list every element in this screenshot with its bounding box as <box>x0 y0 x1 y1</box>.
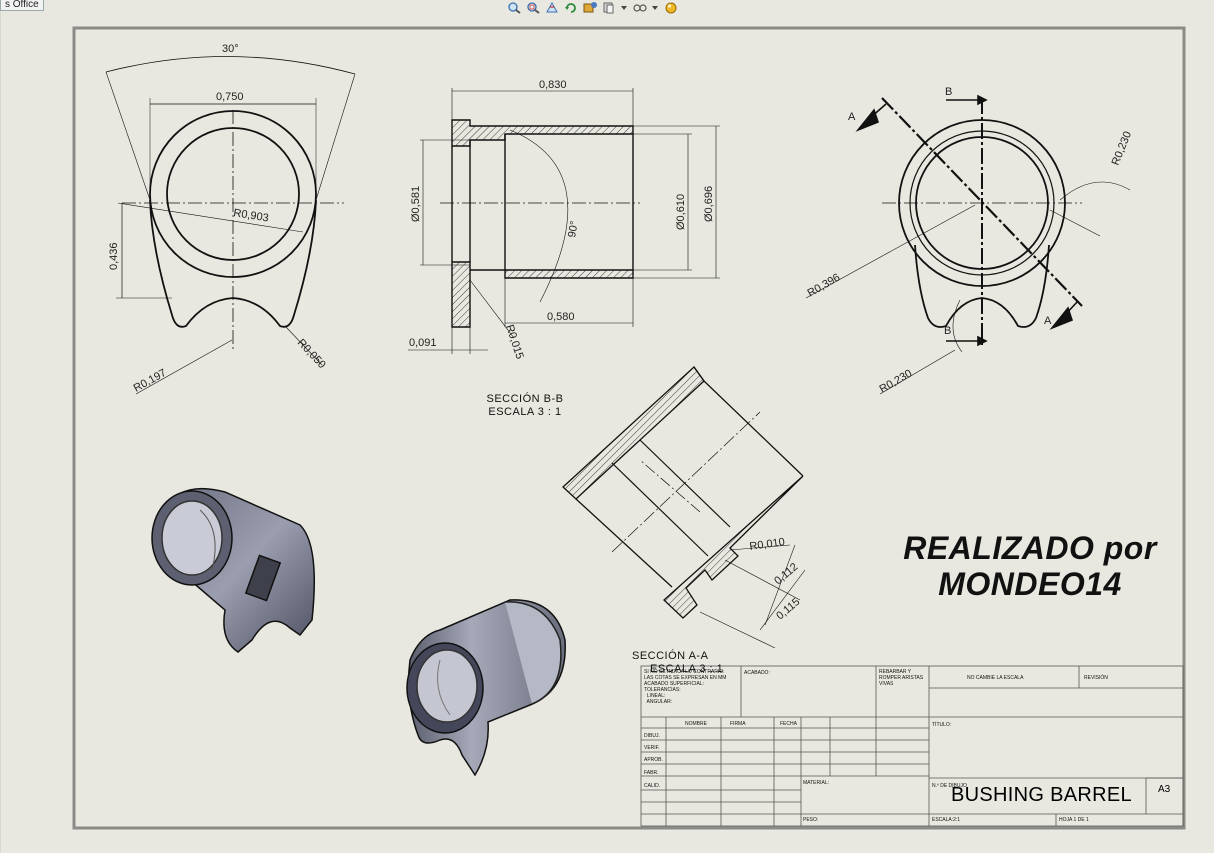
section-bb-scale: ESCALA 3 : 1 <box>488 406 562 418</box>
tb-finish: ACABADO: <box>744 670 770 676</box>
tb-col-sign: FIRMA <box>730 721 746 727</box>
hide-show-icon[interactable] <box>632 1 647 14</box>
dim-radius-230-top: R0,230 <box>1110 130 1134 167</box>
previous-view-icon[interactable] <box>544 1 559 14</box>
dim-115: 0,115 <box>774 596 802 622</box>
credit-line-1: REALIZADO por <box>903 530 1157 566</box>
tb-notes: SI NO SE INDICA LO CONTRARIO: LAS COTAS … <box>644 669 727 705</box>
tb-col-date: FECHA <box>780 721 797 727</box>
section-bb-title: SECCIÓN B-B <box>486 393 564 405</box>
dim-radius-197: R0,197 <box>132 367 169 395</box>
dim-angle-30: 30° <box>222 43 239 55</box>
tb-material: MATERIAL: <box>803 780 830 786</box>
iso-view-1 <box>151 487 316 653</box>
section-a-label-top: A <box>848 111 856 123</box>
zoom-to-fit-icon[interactable] <box>506 1 521 14</box>
tb-title-label: TÍTULO: <box>932 722 952 728</box>
iso-view-2 <box>406 599 566 777</box>
tb-row-approved: APROB. <box>644 757 663 763</box>
title-block: SI NO SE INDICA LO CONTRARIO: LAS COTAS … <box>641 666 1183 826</box>
tb-revision: REVISIÓN <box>1084 675 1108 681</box>
tb-scale: ESCALA:2:1 <box>932 817 961 823</box>
appearance-icon[interactable] <box>663 1 678 14</box>
tb-row-quality: CALID. <box>644 783 661 789</box>
zoom-area-icon[interactable] <box>525 1 540 14</box>
dim-length-580: 0,580 <box>547 311 575 323</box>
tb-edges: REBARBAR Y ROMPER ARISTAS VIVAS <box>879 669 924 687</box>
author-credit: REALIZADO por MONDEO14 <box>880 530 1180 602</box>
tb-no-scale: NO CAMBIE LA ESCALA <box>967 675 1024 681</box>
heads-up-view-toolbar <box>506 0 678 14</box>
dim-width-750: 0,750 <box>216 91 244 103</box>
section-bb-label: SECCIÓN B-B ESCALA 3 : 1 <box>470 393 580 419</box>
tb-weight: PESO: <box>803 817 819 823</box>
credit-line-2: MONDEO14 <box>938 566 1122 602</box>
rebuild-icon[interactable] <box>563 1 578 14</box>
dim-radius-230-bottom: R0,230 <box>878 367 915 395</box>
front-view <box>105 56 356 395</box>
chevron-down-icon[interactable] <box>651 1 659 14</box>
side-view <box>881 97 1083 345</box>
section-a-label-bottom: A <box>1044 315 1052 327</box>
dim-diameter-696: Ø0,696 <box>703 186 715 222</box>
dim-length-830: 0,830 <box>539 79 567 91</box>
dim-flange-091: 0,091 <box>409 337 437 349</box>
dim-height-436: 0,436 <box>108 242 120 270</box>
dim-radius-010: R0,010 <box>749 536 786 553</box>
tb-row-manuf: FABR. <box>644 770 659 776</box>
tb-row-verified: VERIF. <box>644 745 660 751</box>
section-bb-view <box>440 119 640 328</box>
section-aa-title: SECCIÓN A-A <box>632 650 709 662</box>
dim-angle-90: 90° <box>566 220 581 238</box>
dim-112: 0,112 <box>772 561 800 587</box>
dim-radius-050: R0,050 <box>295 337 328 371</box>
tb-sheet: HOJA 1 DE 1 <box>1059 817 1089 823</box>
drawing-viewport[interactable]: 30° 0,750 0,436 R0,903 R0,197 R0,050 0,8… <box>0 0 1214 853</box>
chevron-down-icon[interactable] <box>620 1 628 14</box>
display-style-icon[interactable] <box>601 1 616 14</box>
tb-col-name: NOMBRE <box>685 721 707 727</box>
dim-radius-396: R0,396 <box>806 271 843 299</box>
view-settings-icon[interactable] <box>582 1 597 14</box>
dim-diameter-610: Ø0,610 <box>675 194 687 230</box>
sheet-size: A3 <box>1158 784 1171 795</box>
section-aa-view <box>562 366 804 619</box>
section-b-label-top: B <box>945 86 952 98</box>
tb-row-drawn: DIBUJ. <box>644 733 660 739</box>
dim-diameter-581: Ø0,581 <box>410 186 422 222</box>
part-name: BUSHING BARREL <box>951 784 1132 806</box>
dim-radius-015: R0,015 <box>503 323 525 360</box>
office-tab[interactable]: s Office <box>0 0 44 11</box>
section-b-label-bottom: B <box>944 325 951 337</box>
